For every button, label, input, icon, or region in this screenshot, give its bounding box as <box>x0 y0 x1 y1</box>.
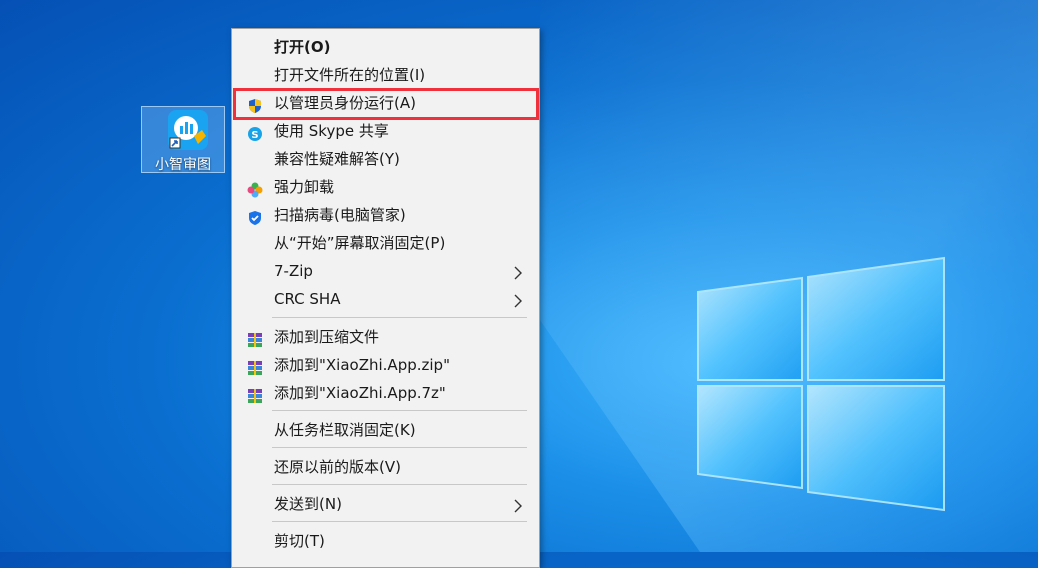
menu-item-label: 从任务栏取消固定(K) <box>274 421 416 439</box>
menu-separator <box>272 410 527 411</box>
app-shortcut-icon <box>168 110 208 150</box>
pc-manager-shield-icon <box>247 207 263 225</box>
menu-item-label: 兼容性疑难解答(Y) <box>274 150 400 168</box>
menu-item-label: 添加到"XiaoZhi.App.7z" <box>274 384 446 402</box>
menu-separator <box>272 447 527 448</box>
winrar-archive-icon <box>247 385 263 403</box>
svg-text:S: S <box>251 130 258 141</box>
menu-item-label: 扫描病毒(电脑管家) <box>274 206 406 224</box>
chevron-right-icon <box>513 262 523 280</box>
menu-item-unpin-taskbar[interactable]: 从任务栏取消固定(K) <box>234 416 537 444</box>
chevron-right-icon <box>513 290 523 308</box>
menu-item-add-7z[interactable]: 添加到"XiaoZhi.App.7z" <box>234 379 537 407</box>
menu-item-label: 发送到(N) <box>274 495 342 513</box>
menu-item-restore-versions[interactable]: 还原以前的版本(V) <box>234 453 537 481</box>
menu-item-label: 添加到压缩文件 <box>274 328 380 346</box>
menu-item-7zip[interactable]: 7-Zip <box>234 257 537 285</box>
skype-icon: S <box>247 123 263 141</box>
winrar-archive-icon <box>247 329 263 347</box>
menu-item-open-file-location[interactable]: 打开文件所在的位置(I) <box>234 61 537 89</box>
menu-item-add-archive[interactable]: 添加到压缩文件 <box>234 323 537 351</box>
menu-item-send-to[interactable]: 发送到(N) <box>234 490 537 518</box>
menu-item-scan-virus[interactable]: 扫描病毒(电脑管家) <box>234 201 537 229</box>
menu-item-share-skype[interactable]: S 使用 Skype 共享 <box>234 117 537 145</box>
menu-item-cut[interactable]: 剪切(T) <box>234 527 537 555</box>
menu-item-label: 从“开始”屏幕取消固定(P) <box>274 234 446 252</box>
menu-item-add-zip[interactable]: 添加到"XiaoZhi.App.zip" <box>234 351 537 379</box>
menu-item-label: 打开(O) <box>274 38 331 56</box>
menu-item-label: 7-Zip <box>274 262 313 280</box>
menu-item-label: 还原以前的版本(V) <box>274 458 401 476</box>
menu-item-label: 强力卸载 <box>274 178 335 196</box>
uninstall-flower-icon <box>247 179 263 198</box>
menu-separator <box>272 317 527 318</box>
highlight-box-run-as-admin <box>233 88 539 120</box>
menu-item-label: 使用 Skype 共享 <box>274 122 389 140</box>
menu-item-unpin-start[interactable]: 从“开始”屏幕取消固定(P) <box>234 229 537 257</box>
menu-separator <box>272 521 527 522</box>
menu-item-compat-troubleshoot[interactable]: 兼容性疑难解答(Y) <box>234 145 537 173</box>
menu-item-label: 剪切(T) <box>274 532 325 550</box>
winrar-archive-icon <box>247 357 263 375</box>
desktop-shortcut[interactable]: 小智审图 <box>141 106 225 173</box>
menu-item-label: CRC SHA <box>274 290 341 308</box>
desktop-icon-label: 小智审图 <box>155 157 211 173</box>
menu-separator <box>272 484 527 485</box>
menu-item-open[interactable]: 打开(O) <box>234 33 537 61</box>
menu-item-force-uninstall[interactable]: 强力卸载 <box>234 173 537 201</box>
menu-item-crc-sha[interactable]: CRC SHA <box>234 285 537 313</box>
menu-item-label: 添加到"XiaoZhi.App.zip" <box>274 356 450 374</box>
menu-item-label: 打开文件所在的位置(I) <box>274 66 426 84</box>
chevron-right-icon <box>513 495 523 513</box>
